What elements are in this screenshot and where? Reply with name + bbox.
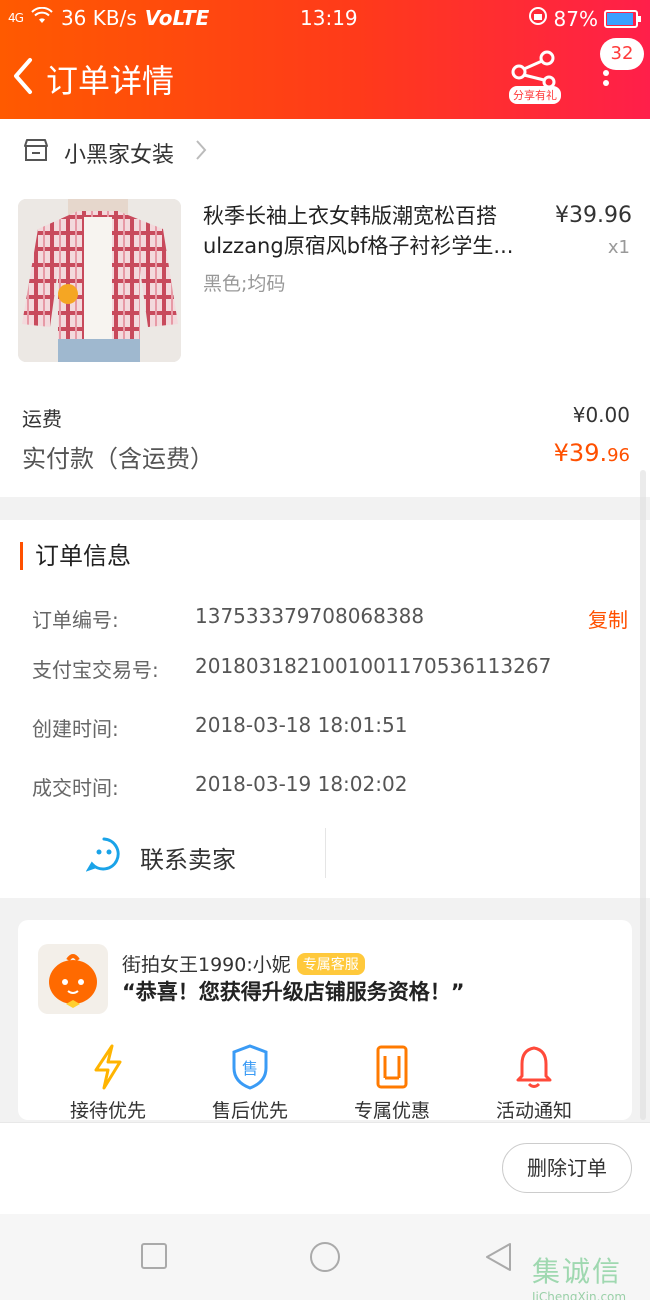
scrollbar[interactable] <box>640 470 646 1120</box>
service-name-row: 街拍女王1990:小妮 专属客服 <box>122 950 365 977</box>
service-message: “恭喜！您获得升级店铺服务资格！” <box>122 980 465 1004</box>
more-dot <box>603 80 609 86</box>
shop-row[interactable]: 小黑家女装 <box>22 137 208 169</box>
more-menu-button[interactable] <box>596 66 616 106</box>
product-photo-icon <box>18 199 181 362</box>
watermark-logo: 集诚信 JiChengXin.com <box>532 1250 626 1300</box>
created-time-row: 创建时间: 2018-03-18 18:01:51 <box>32 713 407 742</box>
row-value: 2018-03-18 18:01:51 <box>195 713 408 737</box>
perk-aftersale-priority[interactable]: 售 售后优先 <box>190 1044 310 1120</box>
top-header-bar: 4G 36 KB/s VoLTE 13:19 87% 订单详情 分享有礼 <box>0 0 650 119</box>
lightning-icon <box>48 1044 168 1092</box>
back-button[interactable] <box>8 54 48 98</box>
paid-currency: ¥ <box>553 439 569 467</box>
store-icon <box>22 138 50 168</box>
triangle-back-icon <box>486 1243 511 1271</box>
shield-icon: 售 <box>190 1044 310 1092</box>
service-card: 街拍女王1990:小妮 专属客服 “恭喜！您获得升级店铺服务资格！” 接待优先 … <box>18 920 632 1120</box>
order-info-card: 订单信息 订单编号: 137533379708068388 复制 支付宝交易号:… <box>0 520 650 898</box>
signal-icon: 4G <box>8 11 24 25</box>
chat-bubble-icon <box>85 836 122 878</box>
perk-label: 接待优先 <box>69 1100 146 1120</box>
paid-amount: ¥39.96 <box>554 439 630 467</box>
alipay-trade-row: 支付宝交易号: 2018031821001001170536113267 <box>32 654 551 683</box>
perk-label: 售后优先 <box>211 1100 288 1120</box>
product-sku: 黑色;均码 <box>203 273 286 295</box>
service-perks: 接待优先 售 售后优先 专属优惠 活动通知 <box>18 1044 632 1120</box>
paid-label: 实付款（含运费） <box>22 445 214 473</box>
perk-activity-notice[interactable]: 活动通知 <box>474 1044 594 1120</box>
vertical-divider <box>325 828 326 878</box>
volte-label: VoLTE <box>144 6 210 30</box>
order-product-card: 小黑家女装 秋季长袖上衣女韩版潮宽松百搭 ulzzang原宿风bf格子衬衫学生.… <box>0 119 650 497</box>
service-avatar[interactable] <box>38 944 108 1014</box>
product-title[interactable]: 秋季长袖上衣女韩版潮宽松百搭 ulzzang原宿风bf格子衬衫学生... <box>203 201 533 261</box>
paid-integer: 39. <box>568 439 608 467</box>
row-label: 支付宝交易号: <box>32 658 159 682</box>
chevron-right-icon <box>194 138 208 168</box>
alarm-lock-icon <box>528 6 548 31</box>
shipping-value: ¥0.00 <box>572 403 630 427</box>
perk-label: 活动通知 <box>495 1100 572 1120</box>
page-title: 订单详情 <box>46 62 175 100</box>
service-name: 街拍女王1990:小妮 <box>122 954 291 976</box>
product-price: ¥39.96 <box>555 203 632 228</box>
ticket-icon <box>332 1044 452 1092</box>
share-button[interactable]: 分享有礼 <box>505 48 567 104</box>
paid-cents: 96 <box>607 445 630 466</box>
watermark-brand: 集诚信 <box>532 1255 623 1288</box>
home-button[interactable] <box>308 1242 342 1280</box>
perk-label: 专属优惠 <box>353 1100 430 1120</box>
wifi-icon <box>31 6 53 30</box>
more-dot <box>603 70 609 76</box>
perk-exclusive-offer[interactable]: 专属优惠 <box>332 1044 452 1120</box>
chevron-left-icon <box>14 58 32 94</box>
status-bar: 4G 36 KB/s VoLTE 13:19 87% <box>0 0 650 36</box>
contact-seller-label: 联系卖家 <box>140 845 236 874</box>
nav-header: 订单详情 分享有礼 <box>0 44 650 108</box>
message-badge: 32 <box>600 38 644 70</box>
network-speed: 36 KB/s <box>60 6 137 30</box>
perk-reception-priority[interactable]: 接待优先 <box>48 1044 168 1120</box>
svg-text:售: 售 <box>242 1059 258 1078</box>
battery-icon <box>604 9 641 28</box>
circle-icon <box>310 1242 340 1272</box>
shop-name: 小黑家女装 <box>64 143 175 168</box>
shipping-label: 运费 <box>22 407 62 431</box>
row-label: 订单编号: <box>32 608 119 632</box>
battery-percent: 87% <box>553 6 598 31</box>
bell-icon <box>474 1044 594 1092</box>
bottom-action-bar: 删除订单 <box>0 1122 650 1214</box>
row-value: 2018031821001001170536113267 <box>195 654 552 678</box>
product-title-line2: ulzzang原宿风bf格子衬衫学生... <box>203 234 514 258</box>
product-quantity: x1 <box>607 237 630 258</box>
service-tag: 专属客服 <box>296 952 365 975</box>
row-label: 成交时间: <box>32 776 119 800</box>
delete-order-button[interactable]: 删除订单 <box>502 1143 632 1193</box>
clock: 13:19 <box>300 6 358 30</box>
row-value: 2018-03-19 18:02:02 <box>195 772 408 796</box>
share-icon <box>511 50 556 89</box>
square-icon <box>141 1243 167 1269</box>
mascot-icon <box>49 954 97 1008</box>
back-nav-button[interactable] <box>484 1242 514 1276</box>
section-title: 订单信息 <box>20 542 131 570</box>
product-title-line1: 秋季长袖上衣女韩版潮宽松百搭 <box>203 204 497 228</box>
deal-time-row: 成交时间: 2018-03-19 18:02:02 <box>32 772 407 801</box>
order-number-row: 订单编号: 137533379708068388 <box>32 604 424 633</box>
recent-apps-button[interactable] <box>140 1242 168 1274</box>
watermark-site: JiChengXin.com <box>532 1290 627 1300</box>
contact-seller-button[interactable]: 联系卖家 <box>85 836 236 878</box>
copy-button[interactable]: 复制 <box>588 604 628 633</box>
product-thumbnail[interactable] <box>18 199 181 362</box>
row-value: 137533379708068388 <box>195 604 425 628</box>
share-label: 分享有礼 <box>509 86 561 104</box>
row-label: 创建时间: <box>32 717 119 741</box>
